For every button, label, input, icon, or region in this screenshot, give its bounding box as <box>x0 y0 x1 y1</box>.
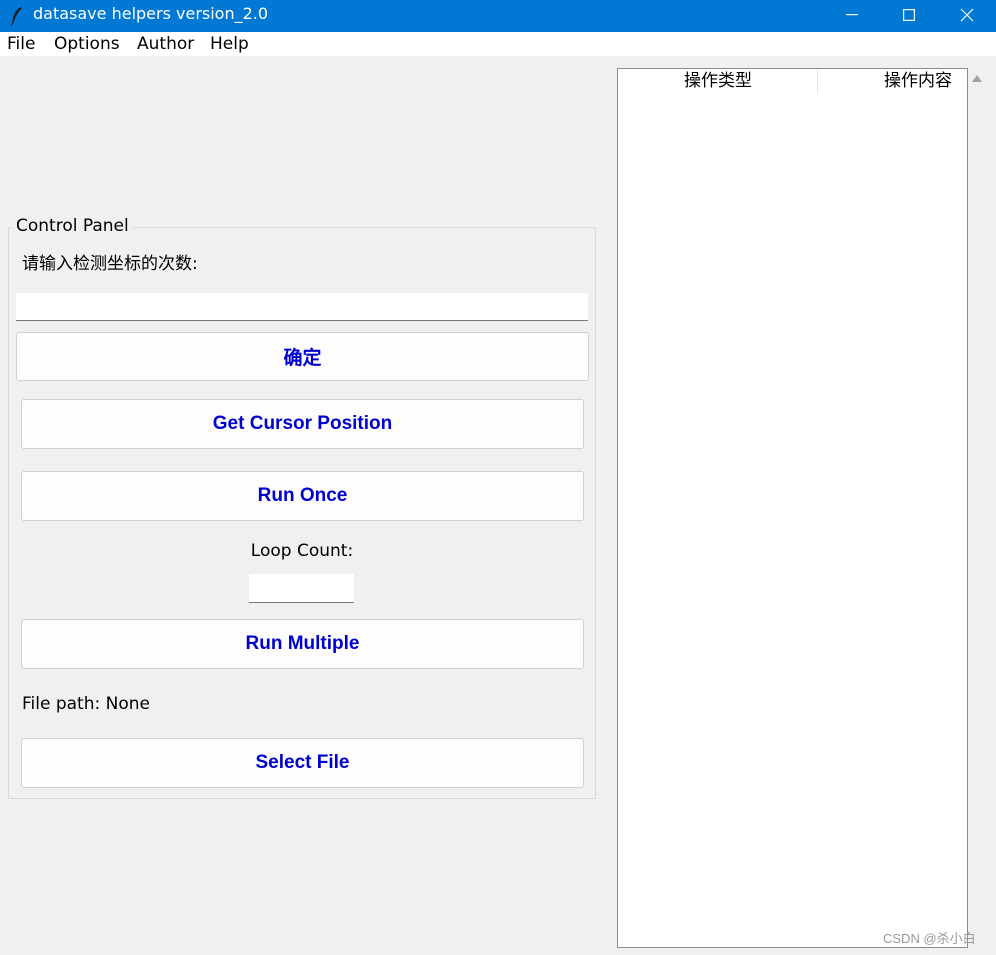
maximize-icon <box>903 9 915 21</box>
menu-bar: File Options Author Help <box>0 32 996 56</box>
menu-help[interactable]: Help <box>210 34 249 54</box>
count-prompt-label: 请输入检测坐标的次数: <box>22 254 198 274</box>
minimize-button[interactable] <box>823 0 881 30</box>
select-file-button[interactable]: Select File <box>21 738 584 788</box>
loop-count-label: Loop Count: <box>250 541 354 561</box>
menu-options[interactable]: Options <box>54 34 120 54</box>
menu-file[interactable]: File <box>7 34 35 54</box>
file-path-label: File path: None <box>22 694 150 714</box>
feather-icon <box>9 6 25 27</box>
table-scrollbar[interactable] <box>968 68 986 948</box>
count-input[interactable] <box>16 293 588 321</box>
column-separator[interactable] <box>817 69 818 93</box>
control-panel-title: Control Panel <box>12 216 133 236</box>
watermark: CSDN @杀小白 <box>883 931 976 946</box>
close-button[interactable] <box>938 0 996 30</box>
close-icon <box>960 8 974 22</box>
get-cursor-position-button[interactable]: Get Cursor Position <box>21 399 584 449</box>
scroll-up-arrow-icon[interactable] <box>972 74 982 82</box>
minimize-icon <box>846 14 858 16</box>
run-multiple-button[interactable]: Run Multiple <box>21 619 584 669</box>
title-bar: datasave helpers version_2.0 <box>0 0 996 32</box>
maximize-button[interactable] <box>880 0 938 30</box>
loop-count-input[interactable] <box>249 574 354 603</box>
column-header-operation-content[interactable]: 操作内容 <box>884 71 952 91</box>
run-once-button[interactable]: Run Once <box>21 471 584 521</box>
column-header-operation-type[interactable]: 操作类型 <box>684 71 752 91</box>
operations-table[interactable]: 操作类型 操作内容 <box>617 68 968 948</box>
confirm-button[interactable]: 确定 <box>16 332 589 381</box>
table-header: 操作类型 操作内容 <box>618 69 967 94</box>
menu-author[interactable]: Author <box>137 34 194 54</box>
window-title: datasave helpers version_2.0 <box>33 4 269 23</box>
